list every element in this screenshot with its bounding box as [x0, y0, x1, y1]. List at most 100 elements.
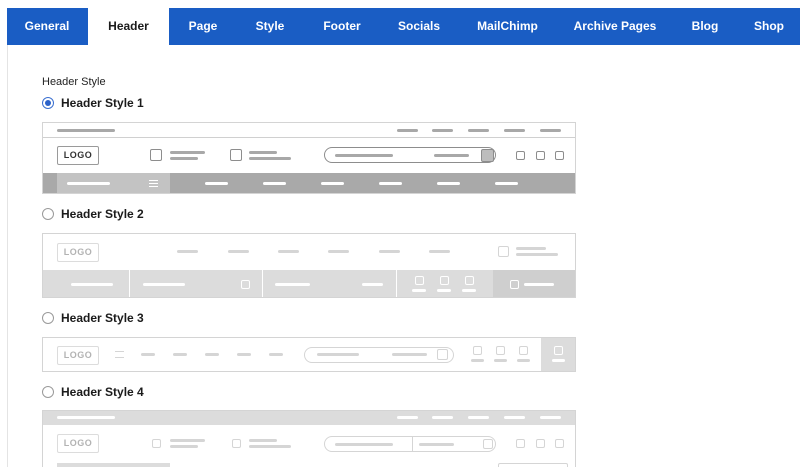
- header-style-3-preview[interactable]: LOGO: [42, 337, 576, 372]
- preview-bar: [335, 154, 393, 157]
- preview-bar: [432, 129, 453, 132]
- preview-bar: [141, 353, 155, 356]
- preview-bar: [170, 445, 198, 448]
- preview-top-bar: [43, 411, 575, 425]
- preview-bar: [249, 439, 277, 442]
- preview-side-box: [541, 338, 575, 371]
- preview-bar: [321, 182, 344, 185]
- square-icon: [496, 346, 505, 355]
- preview-bar: [494, 359, 507, 362]
- preview-bar: [419, 443, 454, 446]
- preview-bar: [504, 416, 525, 419]
- preview-bar: [437, 182, 460, 185]
- option-label: Header Style 2: [61, 207, 144, 221]
- radio-button[interactable]: [42, 386, 54, 398]
- preview-bar: [495, 182, 518, 185]
- preview-bar: [269, 353, 283, 356]
- logo-placeholder: LOGO: [57, 434, 99, 453]
- divider: [43, 137, 575, 138]
- preview-bar: [504, 129, 525, 132]
- preview-bar: [249, 151, 277, 154]
- divider: [129, 270, 130, 297]
- preview-bar: [170, 439, 205, 442]
- square-icon: [498, 246, 509, 257]
- tab-blog[interactable]: Blog: [672, 8, 738, 45]
- header-style-4-option[interactable]: Header Style 4: [42, 384, 144, 400]
- option-label: Header Style 4: [61, 385, 144, 399]
- divider: [412, 437, 413, 451]
- preview-bar: [379, 182, 402, 185]
- radio-button[interactable]: [42, 208, 54, 220]
- logo-placeholder: LOGO: [57, 346, 99, 365]
- tab-general[interactable]: General: [7, 8, 87, 45]
- tab-shop[interactable]: Shop: [738, 8, 800, 45]
- preview-bar: [468, 129, 489, 132]
- square-icon: [516, 439, 525, 448]
- square-icon: [519, 346, 528, 355]
- tab-page[interactable]: Page: [169, 8, 237, 45]
- preview-bar: [412, 289, 426, 292]
- header-style-4-preview[interactable]: LOGO: [42, 410, 576, 467]
- preview-bar: [71, 283, 113, 286]
- preview-bar: [434, 154, 469, 157]
- tab-socials[interactable]: Socials: [381, 8, 457, 45]
- tab-archive-pages[interactable]: Archive Pages: [558, 8, 672, 45]
- square-icon: [555, 439, 564, 448]
- tab-style[interactable]: Style: [237, 8, 303, 45]
- preview-bar: [397, 129, 418, 132]
- square-icon: [440, 276, 449, 285]
- header-style-1-preview[interactable]: LOGO: [42, 122, 576, 194]
- tab-footer[interactable]: Footer: [303, 8, 381, 45]
- preview-bar: [205, 353, 219, 356]
- square-icon: [232, 439, 241, 448]
- preview-bar: [540, 416, 561, 419]
- preview-bar: [263, 182, 286, 185]
- radio-button[interactable]: [42, 97, 54, 109]
- tab-mailchimp[interactable]: MailChimp: [457, 8, 558, 45]
- preview-bar: [516, 247, 546, 250]
- preview-bar: [170, 157, 198, 160]
- preview-bar: [278, 250, 299, 253]
- square-icon: [415, 276, 424, 285]
- square-icon: [152, 439, 161, 448]
- preview-box: [498, 463, 568, 467]
- header-style-1-option[interactable]: Header Style 1: [42, 95, 144, 111]
- preview-bar: [317, 353, 359, 356]
- preview-bar: [468, 416, 489, 419]
- option-label: Header Style 1: [61, 96, 144, 110]
- preview-bar: [249, 157, 291, 160]
- header-style-3-option[interactable]: Header Style 3: [42, 310, 144, 326]
- preview-bar: [57, 416, 115, 419]
- preview-nav-bar: [43, 270, 575, 297]
- preview-bar: [228, 250, 249, 253]
- preview-bar: [516, 253, 558, 256]
- preview-bar: [362, 283, 383, 286]
- preview-bar: [437, 289, 451, 292]
- preview-bar: [540, 129, 561, 132]
- radio-button[interactable]: [42, 312, 54, 324]
- square-icon: [510, 280, 519, 289]
- header-style-2-option[interactable]: Header Style 2: [42, 206, 144, 222]
- preview-bar: [524, 283, 554, 286]
- search-icon: [483, 439, 493, 449]
- square-icon: [465, 276, 474, 285]
- preview-bar: [205, 182, 228, 185]
- square-icon: [230, 149, 242, 161]
- search-icon: [437, 349, 448, 360]
- square-icon: [536, 439, 545, 448]
- preview-bar: [517, 359, 530, 362]
- preview-bar: [335, 443, 393, 446]
- preview-bar: [552, 359, 565, 362]
- preview-bar: [177, 250, 198, 253]
- option-label: Header Style 3: [61, 311, 144, 325]
- hamburger-icon: [149, 180, 158, 187]
- preview-bar: [429, 250, 450, 253]
- preview-bar: [57, 129, 115, 132]
- preview-bar: [170, 151, 205, 154]
- preview-bar: [249, 445, 291, 448]
- square-icon: [150, 149, 162, 161]
- header-style-2-preview[interactable]: LOGO: [42, 233, 576, 298]
- square-icon: [536, 151, 545, 160]
- preview-bar: [397, 416, 418, 419]
- divider: [262, 270, 263, 297]
